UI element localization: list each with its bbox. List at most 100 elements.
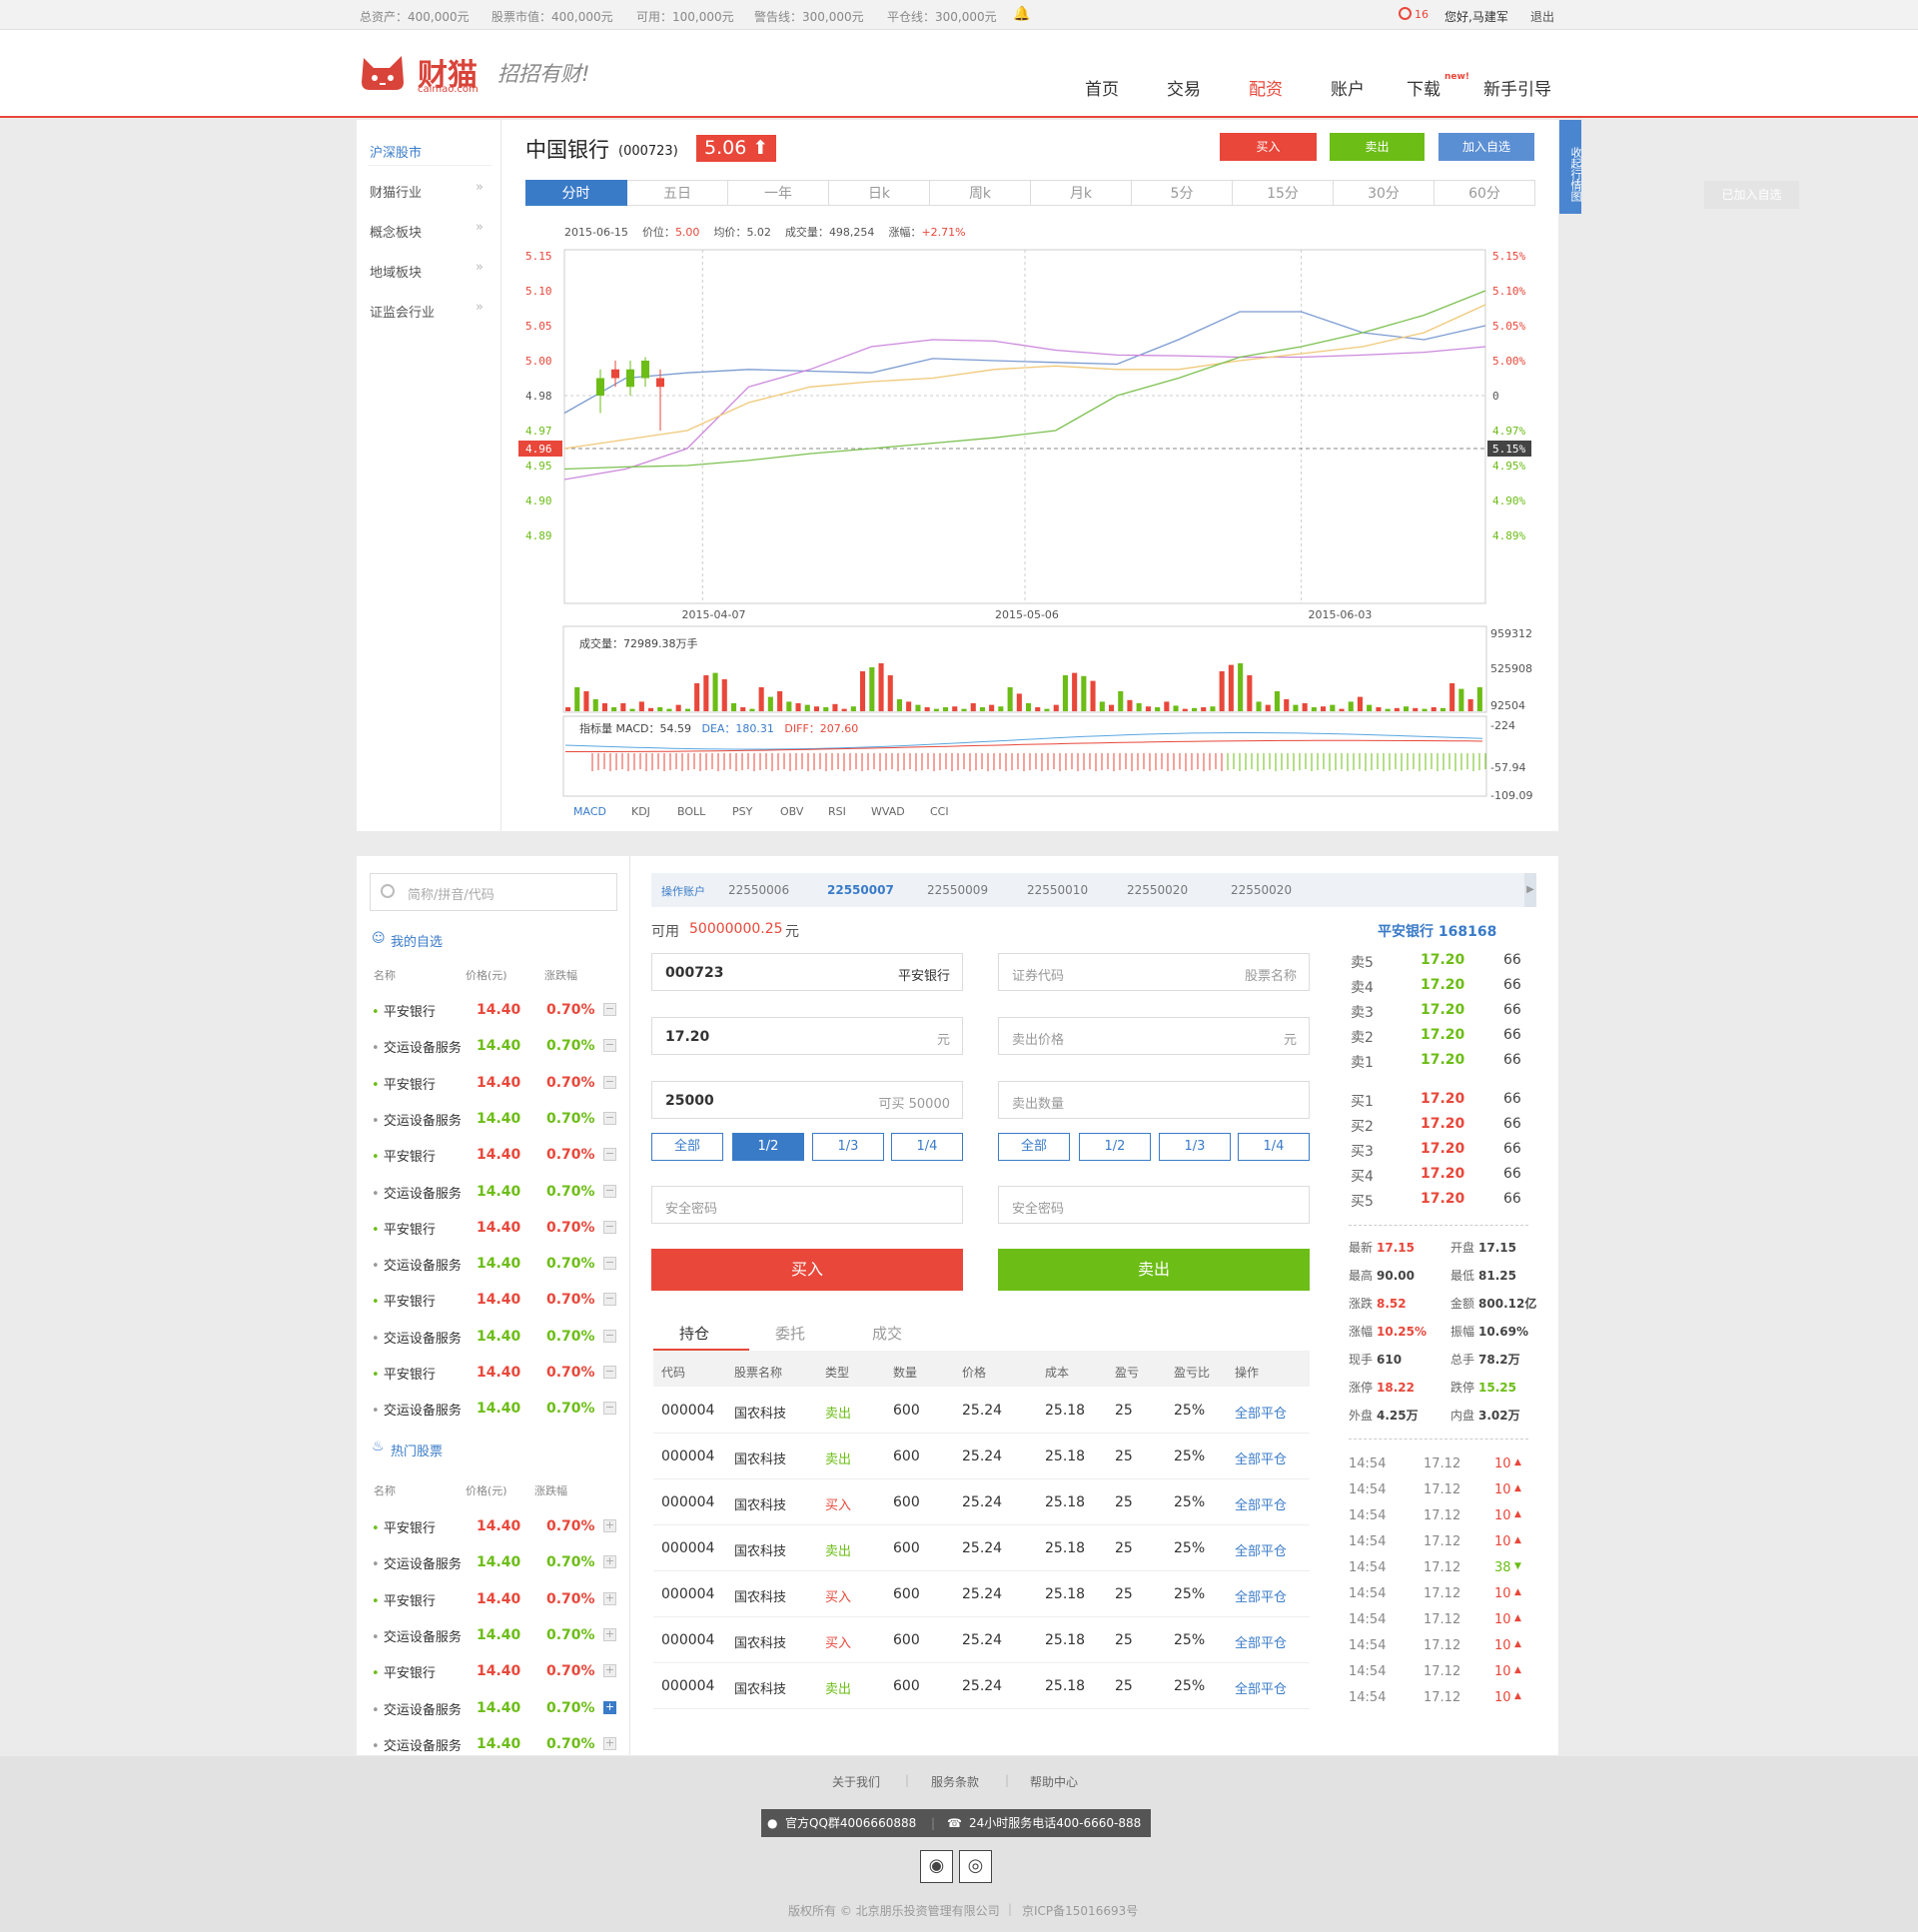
account-tab[interactable]: 22550006 — [728, 883, 789, 897]
indicator-boll[interactable]: BOLL — [677, 805, 705, 818]
orderbook-buy-row[interactable]: 买1 17.20 66 — [1351, 1087, 1540, 1111]
sidebar-item-caimao[interactable]: 财猫行业» — [368, 176, 491, 206]
indicator-wvad[interactable]: WVAD — [871, 805, 905, 818]
minus-icon[interactable]: − — [603, 1003, 616, 1016]
buy-frac-quarter[interactable]: 1/4 — [891, 1133, 963, 1161]
submit-buy-button[interactable]: 买入 — [651, 1249, 963, 1291]
user-greeting[interactable]: 您好,马建军 — [1444, 8, 1508, 25]
tab-5min[interactable]: 5分 — [1132, 180, 1233, 206]
tab-5day[interactable]: 五日 — [627, 180, 728, 206]
list-item[interactable]: • 平安银行 14.40 0.70% + — [372, 1507, 619, 1543]
sell-frac-all[interactable]: 全部 — [998, 1133, 1070, 1161]
orderbook-buy-row[interactable]: 买5 17.20 66 — [1351, 1187, 1540, 1211]
tab-positions[interactable]: 持仓 — [679, 1323, 709, 1344]
list-item[interactable]: • 平安银行 14.40 0.70% − — [372, 1136, 619, 1172]
sell-frac-quarter[interactable]: 1/4 — [1238, 1133, 1310, 1161]
orderbook-sell-row[interactable]: 卖3 17.20 66 — [1351, 998, 1540, 1022]
list-item[interactable]: • 平安银行 14.40 0.70% − — [372, 991, 619, 1027]
buy-price-field[interactable]: 17.20 元 — [651, 1017, 963, 1055]
minus-icon[interactable]: − — [603, 1257, 616, 1271]
plus-icon[interactable]: + — [603, 1664, 616, 1678]
tab-weekly-k[interactable]: 周k — [930, 180, 1031, 206]
minus-icon[interactable]: − — [603, 1293, 616, 1307]
submit-sell-button[interactable]: 卖出 — [998, 1249, 1310, 1291]
tab-15min[interactable]: 15分 — [1233, 180, 1334, 206]
nav-download[interactable]: 下载 — [1407, 75, 1440, 100]
plus-icon[interactable]: + — [603, 1555, 616, 1569]
minus-icon[interactable]: − — [603, 1039, 616, 1053]
tab-orders[interactable]: 委托 — [775, 1323, 805, 1344]
buy-code-field[interactable]: 000723 平安银行 — [651, 953, 963, 991]
footer-terms[interactable]: 服务条款 — [931, 1773, 979, 1790]
add-watchlist-button[interactable]: 加入自选 — [1438, 133, 1534, 161]
tab-1year[interactable]: 一年 — [728, 180, 829, 206]
footer-about[interactable]: 关于我们 — [832, 1773, 880, 1790]
close-position-link[interactable]: 全部平仓 — [1235, 1403, 1287, 1422]
bell-icon[interactable]: 🔔 — [1013, 6, 1030, 22]
nav-trade[interactable]: 交易 — [1167, 75, 1201, 100]
sell-code-field[interactable]: 证券代码 股票名称 — [998, 953, 1310, 991]
buy-frac-third[interactable]: 1/3 — [812, 1133, 884, 1161]
weibo-icon[interactable]: ◎ — [959, 1850, 992, 1883]
plus-icon[interactable]: + — [603, 1591, 616, 1605]
indicator-psy[interactable]: PSY — [732, 805, 752, 818]
plus-icon[interactable]: + — [603, 1700, 616, 1714]
account-tab[interactable]: 22550020 — [1231, 883, 1292, 897]
sidebar-item-region[interactable]: 地域板块» — [368, 256, 491, 286]
list-item[interactable]: • 平安银行 14.40 0.70% − — [372, 1064, 619, 1100]
close-position-link[interactable]: 全部平仓 — [1235, 1449, 1287, 1467]
indicator-obv[interactable]: OBV — [780, 805, 803, 818]
sell-price-field[interactable]: 卖出价格元 — [998, 1017, 1310, 1055]
orderbook-buy-row[interactable]: 买2 17.20 66 — [1351, 1112, 1540, 1136]
list-item[interactable]: • 平安银行 14.40 0.70% − — [372, 1354, 619, 1390]
sidebar-item-concept[interactable]: 概念板块» — [368, 216, 491, 246]
orderbook-sell-row[interactable]: 卖5 17.20 66 — [1351, 948, 1540, 972]
orderbook-buy-row[interactable]: 买3 17.20 66 — [1351, 1137, 1540, 1161]
plus-icon[interactable]: + — [603, 1627, 616, 1641]
sidebar-item-shsz[interactable]: 沪深股市 — [368, 136, 491, 166]
list-item[interactable]: • 交运设备服务 14.40 0.70% − — [372, 1100, 619, 1136]
alert-count[interactable]: 16 — [1415, 8, 1429, 21]
chevron-right-icon[interactable]: ▶ — [1524, 873, 1536, 907]
orderbook-sell-row[interactable]: 卖2 17.20 66 — [1351, 1023, 1540, 1047]
buy-button[interactable]: 买入 — [1220, 133, 1317, 161]
indicator-cci[interactable]: CCI — [930, 805, 949, 818]
tab-daily-k[interactable]: 日k — [829, 180, 930, 206]
nav-account[interactable]: 账户 — [1331, 75, 1365, 100]
nav-home[interactable]: 首页 — [1085, 75, 1119, 100]
tab-intraday[interactable]: 分时 — [525, 180, 627, 206]
indicator-kdj[interactable]: KDJ — [631, 805, 650, 818]
list-item[interactable]: • 平安银行 14.40 0.70% − — [372, 1281, 619, 1317]
minus-icon[interactable]: − — [603, 1366, 616, 1379]
added-watchlist-button[interactable]: 已加入自选 — [1704, 181, 1799, 209]
volume-chart[interactable]: 959312 525908 92504 — [562, 625, 1541, 717]
close-position-link[interactable]: 全部平仓 — [1235, 1494, 1287, 1513]
close-position-link[interactable]: 全部平仓 — [1235, 1540, 1287, 1559]
price-chart[interactable]: 5.15 5.10 5.05 5.00 4.98 4.97 4.96 4.95 4.90 4.89… — [518, 244, 1543, 623]
orderbook-buy-row[interactable]: 买4 17.20 66 — [1351, 1162, 1540, 1186]
minus-icon[interactable]: − — [603, 1075, 616, 1089]
wechat-icon[interactable]: ◉ — [920, 1850, 953, 1883]
minus-icon[interactable]: − — [603, 1220, 616, 1234]
minus-icon[interactable]: − — [603, 1329, 616, 1343]
orderbook-sell-row[interactable]: 卖1 17.20 66 — [1351, 1048, 1540, 1072]
orderbook-sell-row[interactable]: 卖4 17.20 66 — [1351, 973, 1540, 997]
list-item[interactable]: • 交运设备服务 14.40 0.70% − — [372, 1173, 619, 1209]
buy-frac-all[interactable]: 全部 — [651, 1133, 723, 1161]
cat-logo-icon[interactable] — [360, 52, 418, 92]
sell-frac-half[interactable]: 1/2 — [1079, 1133, 1151, 1161]
sidebar-item-csrc[interactable]: 证监会行业» — [368, 296, 491, 326]
minus-icon[interactable]: − — [603, 1184, 616, 1198]
plus-icon[interactable]: + — [603, 1736, 616, 1750]
close-position-link[interactable]: 全部平仓 — [1235, 1632, 1287, 1651]
list-item[interactable]: • 交运设备服务 14.40 0.70% − — [372, 1390, 619, 1426]
close-position-link[interactable]: 全部平仓 — [1235, 1586, 1287, 1605]
list-item[interactable]: • 交运设备服务 14.40 0.70% − — [372, 1318, 619, 1354]
buy-password-field[interactable]: 安全密码 — [651, 1186, 963, 1224]
minus-icon[interactable]: − — [603, 1148, 616, 1162]
tab-deals[interactable]: 成交 — [872, 1323, 902, 1344]
footer-help[interactable]: 帮助中心 — [1030, 1773, 1078, 1790]
account-tab[interactable]: 22550010 — [1027, 883, 1088, 897]
minus-icon[interactable]: − — [603, 1402, 616, 1416]
buy-frac-half[interactable]: 1/2 — [732, 1133, 804, 1161]
